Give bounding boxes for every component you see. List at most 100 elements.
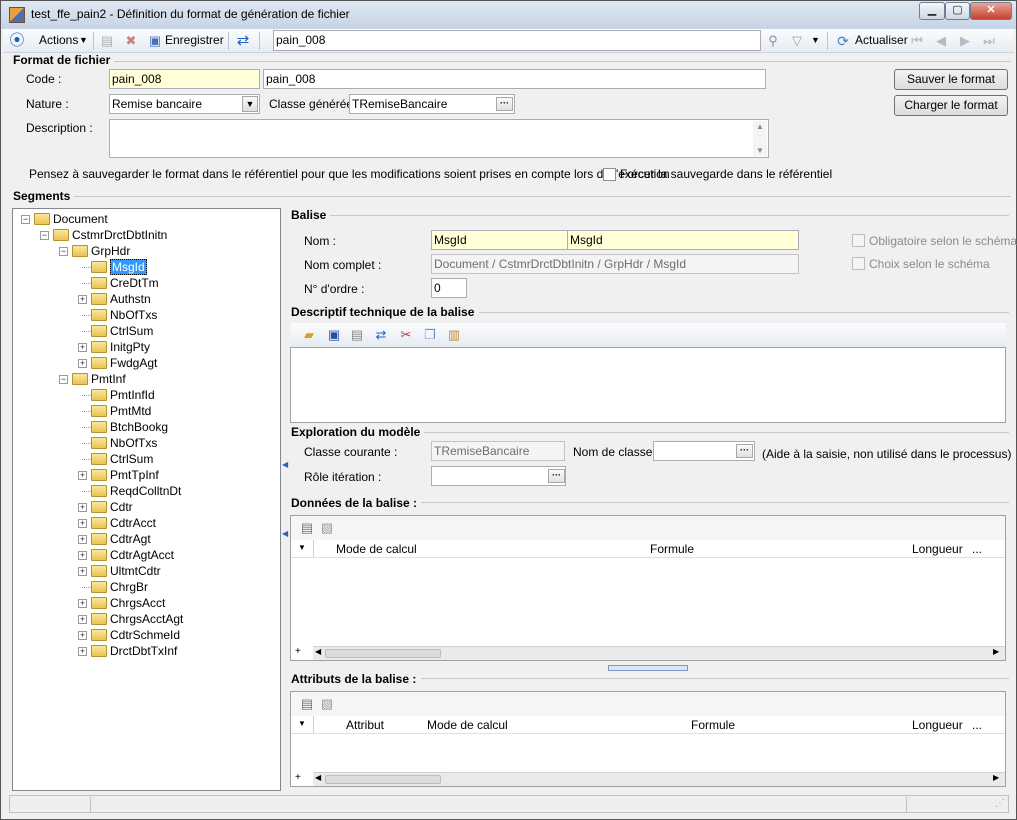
save-format-button[interactable]: Sauver le format [894, 69, 1008, 90]
tree-node[interactable]: CtrlSum [91, 451, 153, 467]
tree-node[interactable]: CdtrAcct [91, 515, 156, 531]
tree-node[interactable]: DrctDbtTxInf [91, 643, 177, 659]
tree-node[interactable]: UltmtCdtr [91, 563, 161, 579]
save-button[interactable]: Enregistrer [165, 33, 224, 47]
expand-icon[interactable]: + [78, 551, 87, 560]
tree-node[interactable]: FwdgAgt [91, 355, 157, 371]
expand-icon[interactable]: ▼ [298, 543, 306, 552]
new-row-icon[interactable]: ▤ [299, 520, 315, 536]
paste-icon[interactable]: ▥ [446, 327, 462, 343]
choix-checkbox[interactable] [852, 257, 865, 270]
print-icon[interactable]: ▤ [349, 327, 365, 343]
tree-node[interactable]: InitgPty [91, 339, 150, 355]
maximize-button[interactable]: ▢ [945, 2, 970, 20]
close-button[interactable]: ✕ [970, 2, 1012, 20]
expand-icon[interactable]: + [78, 503, 87, 512]
tree-node[interactable]: MsgId [91, 259, 147, 275]
tree-node[interactable]: CstmrDrctDbtInitn [53, 227, 167, 243]
nom-input[interactable]: MsgId [431, 230, 568, 250]
code-input[interactable]: pain_008 [109, 69, 260, 89]
col-longueur[interactable]: Longueur [912, 542, 963, 556]
open-folder-icon[interactable]: ▰ [301, 327, 317, 343]
save-icon[interactable]: ▣ [326, 327, 342, 343]
obligatoire-checkbox[interactable] [852, 234, 865, 247]
splitter-handle[interactable] [608, 665, 688, 671]
descriptif-editor[interactable] [290, 347, 1006, 423]
tree-node[interactable]: CdtrAgtAcct [91, 547, 174, 563]
code-description-input[interactable]: pain_008 [263, 69, 766, 89]
tree-node[interactable]: PmtTpInf [91, 467, 159, 483]
sync-icon[interactable]: ⇄ [235, 33, 251, 49]
tree-node[interactable]: ChrgsAcctAgt [91, 611, 183, 627]
target-icon[interactable]: ⦿ [9, 33, 25, 49]
nom-classe-ellipsis-button[interactable]: ··· [736, 444, 753, 458]
collapse-icon[interactable]: − [21, 215, 30, 224]
attributs-hscrollbar[interactable]: + ◀ ▶ [295, 772, 1005, 786]
class-input[interactable]: TRemiseBancaire [349, 94, 515, 114]
expand-icon[interactable]: + [78, 295, 87, 304]
tree-node[interactable]: PmtMtd [91, 403, 151, 419]
cut-icon[interactable]: ✂ [398, 327, 414, 343]
expand-icon[interactable]: + [78, 599, 87, 608]
donnees-grid[interactable]: ▤ ▧ ▼ Mode de calcul Formule Longueur ..… [290, 515, 1006, 661]
col-more[interactable]: ... [972, 718, 982, 732]
tree-node[interactable]: CtrlSum [91, 323, 153, 339]
tree-node[interactable]: CreDtTm [91, 275, 159, 291]
next-icon[interactable]: ▶ [957, 33, 973, 49]
minimize-button[interactable]: ▁ [919, 2, 945, 20]
expand-icon[interactable]: + [78, 519, 87, 528]
edit-row-icon[interactable]: ▧ [319, 696, 335, 712]
tree-node[interactable]: PmtInfId [91, 387, 155, 403]
attributs-grid[interactable]: ▤ ▧ ▼ Attribut Mode de calcul Formule Lo… [290, 691, 1006, 787]
resize-grip-icon[interactable]: ⋰ [995, 798, 1005, 809]
delete-icon[interactable]: ✖ [123, 33, 139, 49]
last-icon[interactable]: ⏭ [981, 33, 997, 49]
tree-node[interactable]: PmtInf [72, 371, 126, 387]
expand-icon[interactable]: + [78, 343, 87, 352]
tree-node[interactable]: NbOfTxs [91, 435, 157, 451]
splitter-left-icon-2[interactable]: ◀ [282, 529, 288, 538]
save-icon[interactable]: ▣ [147, 33, 163, 49]
tree-node[interactable]: GrpHdr [72, 243, 130, 259]
expand-icon[interactable]: + [78, 647, 87, 656]
sync-icon[interactable]: ⇄ [373, 327, 389, 343]
collapse-icon[interactable]: − [59, 375, 68, 384]
force-save-checkbox[interactable] [603, 168, 616, 181]
col-longueur[interactable]: Longueur [912, 718, 963, 732]
expand-icon[interactable]: + [78, 471, 87, 480]
tree-node[interactable]: CdtrAgt [91, 531, 151, 547]
nom-input-2[interactable]: MsgId [567, 230, 799, 250]
col-formule[interactable]: Formule [691, 718, 735, 732]
expand-icon[interactable]: + [78, 615, 87, 624]
col-mode-calcul[interactable]: Mode de calcul [427, 718, 508, 732]
filter-icon[interactable]: ▽ [789, 33, 805, 49]
donnees-hscrollbar[interactable]: + ◀ ▶ [295, 646, 1005, 660]
new-row-icon[interactable]: ▤ [299, 696, 315, 712]
nature-select[interactable]: Remise bancaire [109, 94, 260, 114]
new-icon[interactable]: ▤ [99, 33, 115, 49]
col-more[interactable]: ... [972, 542, 982, 556]
edit-row-icon[interactable]: ▧ [319, 520, 335, 536]
tree-node[interactable]: ReqdColltnDt [91, 483, 181, 499]
tree-node[interactable]: NbOfTxs [91, 307, 157, 323]
role-input[interactable] [431, 466, 566, 486]
role-ellipsis-button[interactable]: ··· [548, 469, 565, 483]
collapse-icon[interactable]: − [59, 247, 68, 256]
tree-node[interactable]: BtchBookg [91, 419, 168, 435]
expand-icon[interactable]: + [78, 359, 87, 368]
chevron-down-icon[interactable]: ▼ [242, 96, 258, 112]
tree-node[interactable]: Authstn [91, 291, 151, 307]
filter-dropdown-icon[interactable]: ▼ [811, 35, 820, 45]
expand-icon[interactable]: ▼ [298, 719, 306, 728]
refresh-button[interactable]: Actualiser [855, 33, 908, 47]
expand-icon[interactable]: + [78, 567, 87, 576]
actions-menu[interactable]: Actions [39, 33, 78, 47]
tree-node[interactable]: Document [34, 211, 108, 227]
copy-icon[interactable]: ❐ [422, 327, 438, 343]
tree-node[interactable]: CdtrSchmeId [91, 627, 180, 643]
tree-node[interactable]: Cdtr [91, 499, 133, 515]
expand-icon[interactable]: + [78, 535, 87, 544]
segments-tree[interactable]: − Document − CstmrDrctDbtInitn − GrpHdr MsgId C… [12, 208, 281, 791]
class-ellipsis-button[interactable]: ··· [496, 97, 513, 111]
prev-icon[interactable]: ◀ [933, 33, 949, 49]
